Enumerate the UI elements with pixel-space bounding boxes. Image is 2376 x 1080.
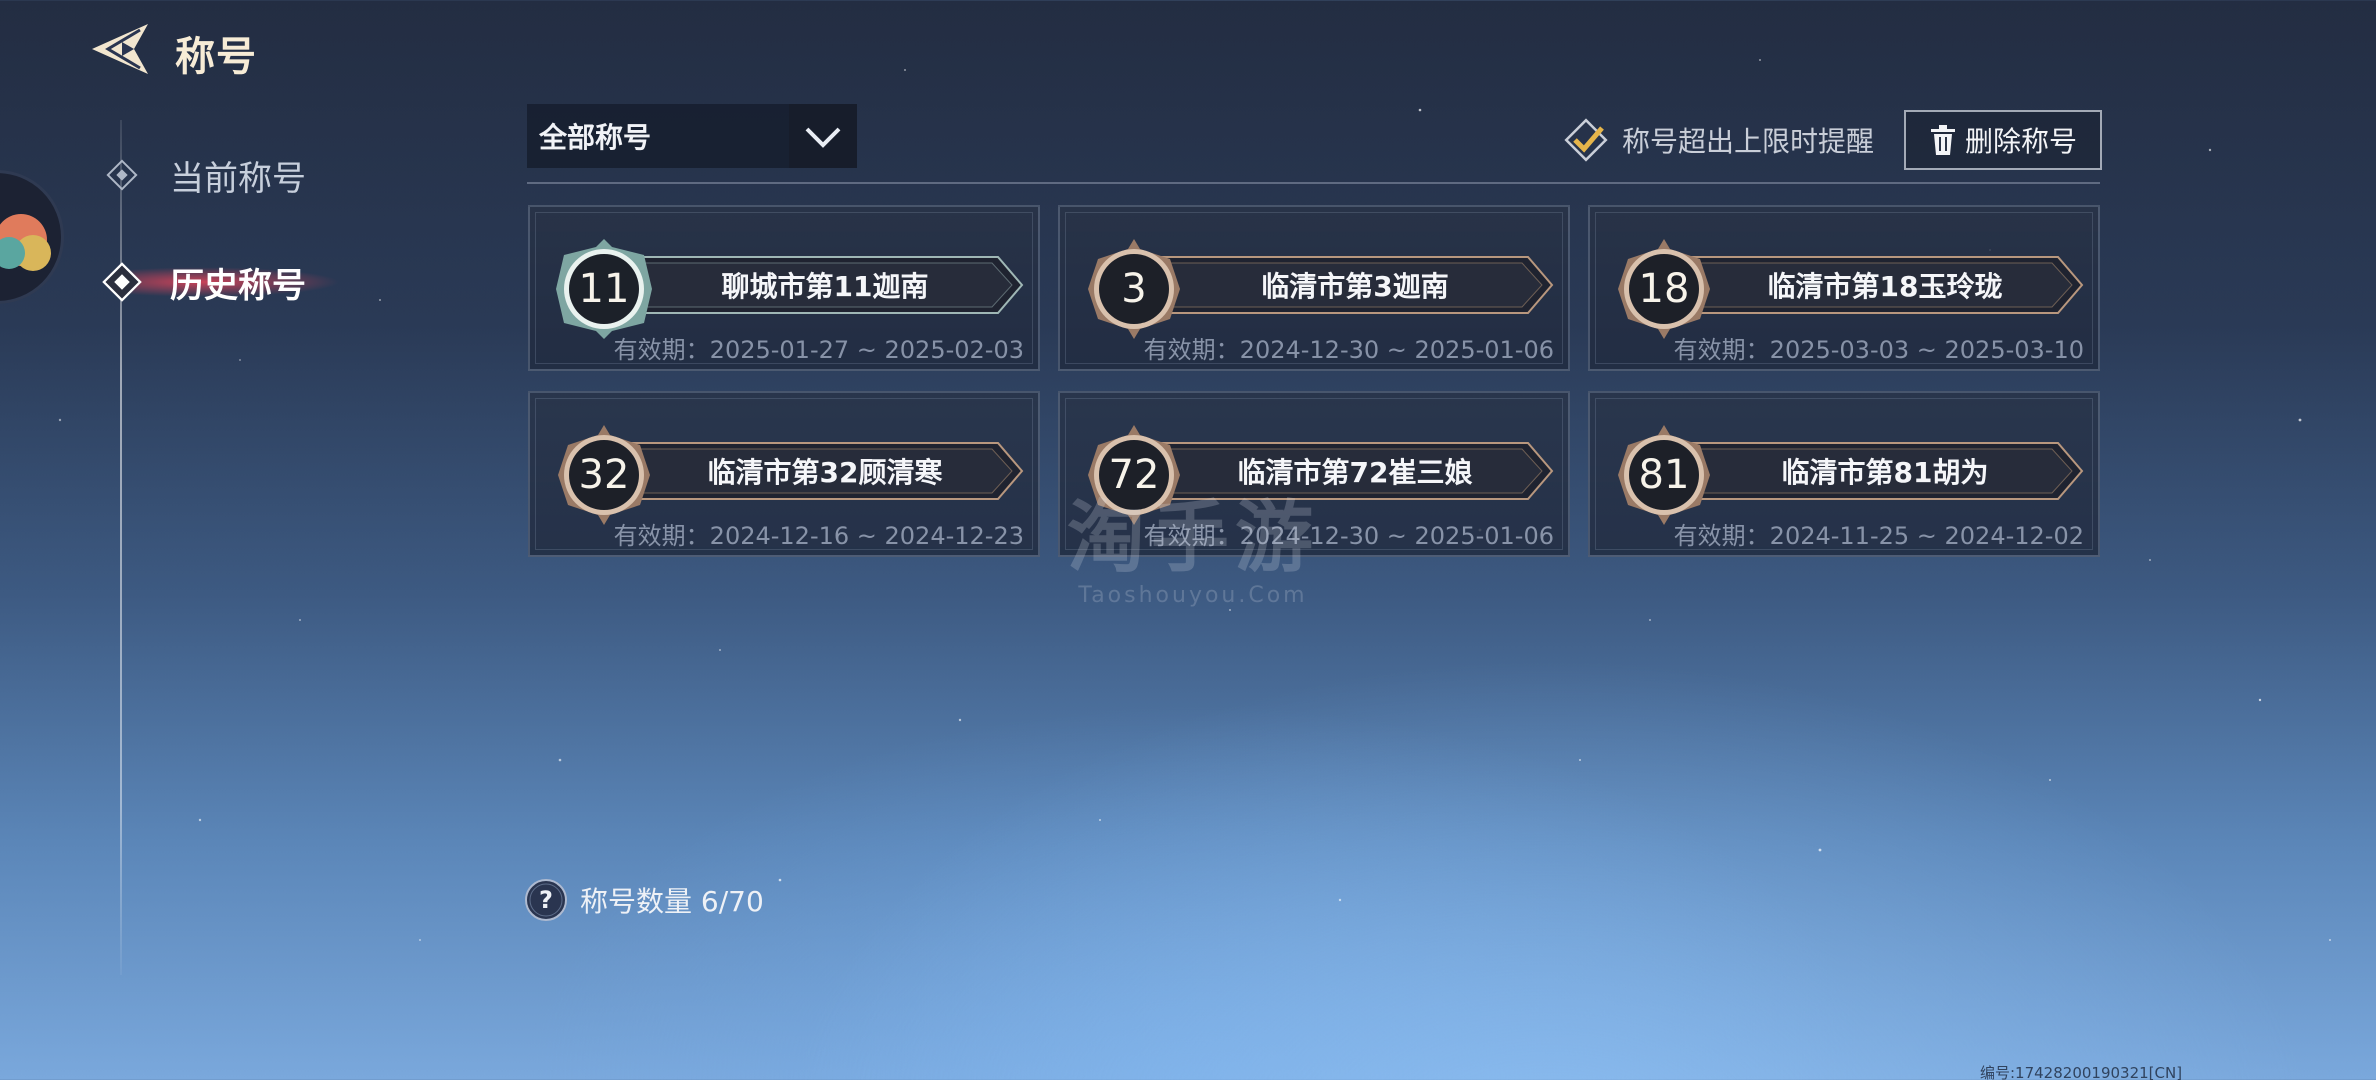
- nav-item-title-history[interactable]: 历史称号: [100, 252, 306, 312]
- title-card[interactable]: 3 临清市第3迦南 有效期：2024-12-30 ~ 2025-01-06: [1058, 205, 1570, 371]
- title-validity: 有效期：2024-11-25 ~ 2024-12-02: [1673, 522, 2084, 550]
- title-count-label: 称号数量 6/70: [580, 885, 764, 918]
- watermark-sub: Taoshouyou.Com: [1078, 583, 1308, 608]
- toolbar-divider: [527, 182, 2100, 184]
- serial-number: 编号:17428200190321[CN]: [1980, 1064, 2183, 1080]
- title-name: 临清市第32顾清寒: [707, 456, 943, 489]
- checkbox-checked-icon: [1564, 118, 1608, 162]
- page-title: 称号: [175, 34, 257, 80]
- delete-button-label: 删除称号: [1964, 125, 2077, 158]
- back-button[interactable]: [88, 22, 152, 76]
- chevron-down-icon[interactable]: [789, 104, 857, 168]
- diamond-outline-icon: [100, 153, 144, 197]
- character-avatar[interactable]: [0, 170, 64, 304]
- delete-title-button[interactable]: 删除称号: [1904, 110, 2102, 170]
- title-validity: 有效期：2025-03-03 ~ 2025-03-10: [1673, 336, 2084, 364]
- title-card[interactable]: 32 临清市第32顾清寒 有效期：2024-12-16 ~ 2024-12-23: [528, 391, 1040, 557]
- title-filter-dropdown[interactable]: 全部称号: [527, 104, 857, 168]
- help-icon[interactable]: ?: [524, 878, 568, 922]
- nav-label: 当前称号: [170, 158, 306, 199]
- title-validity: 有效期：2025-01-27 ~ 2025-02-03: [613, 336, 1024, 364]
- title-name: 聊城市第11迦南: [721, 270, 929, 303]
- watermark: 淘手游 Taoshouyou.Com: [1058, 475, 1328, 608]
- limit-reminder-toggle[interactable]: 称号超出上限时提醒: [1562, 116, 1874, 164]
- title-validity: 有效期：2024-12-30 ~ 2025-01-06: [1143, 336, 1554, 364]
- title-name: 临清市第18玉玲珑: [1767, 270, 2003, 303]
- title-count: ? 称号数量 6/70: [524, 878, 764, 922]
- back-arrow-icon: [92, 24, 148, 74]
- nav-item-current-title[interactable]: 当前称号: [100, 145, 306, 205]
- title-card[interactable]: 81 临清市第81胡为 有效期：2024-11-25 ~ 2024-12-02: [1588, 391, 2100, 557]
- nav-label: 历史称号: [170, 265, 306, 306]
- diamond-active-icon: [100, 260, 144, 304]
- avatar-emblem-icon: [0, 214, 51, 271]
- svg-text:?: ?: [539, 886, 553, 914]
- title-card[interactable]: 18 临清市第18玉玲珑 有效期：2025-03-03 ~ 2025-03-10: [1588, 205, 2100, 371]
- title-card[interactable]: 11 聊城市第11迦南 有效期：2025-01-27 ~ 2025-02-03: [528, 205, 1040, 371]
- title-name: 临清市第81胡为: [1781, 456, 1989, 489]
- filter-selected-value: 全部称号: [527, 104, 789, 168]
- nav-timeline: [120, 120, 122, 975]
- title-validity: 有效期：2024-12-16 ~ 2024-12-23: [613, 522, 1024, 550]
- trash-icon: [1930, 125, 1955, 155]
- title-name: 临清市第3迦南: [1261, 270, 1449, 303]
- watermark-main: 淘手游: [1066, 493, 1319, 583]
- limit-reminder-label: 称号超出上限时提醒: [1622, 125, 1875, 158]
